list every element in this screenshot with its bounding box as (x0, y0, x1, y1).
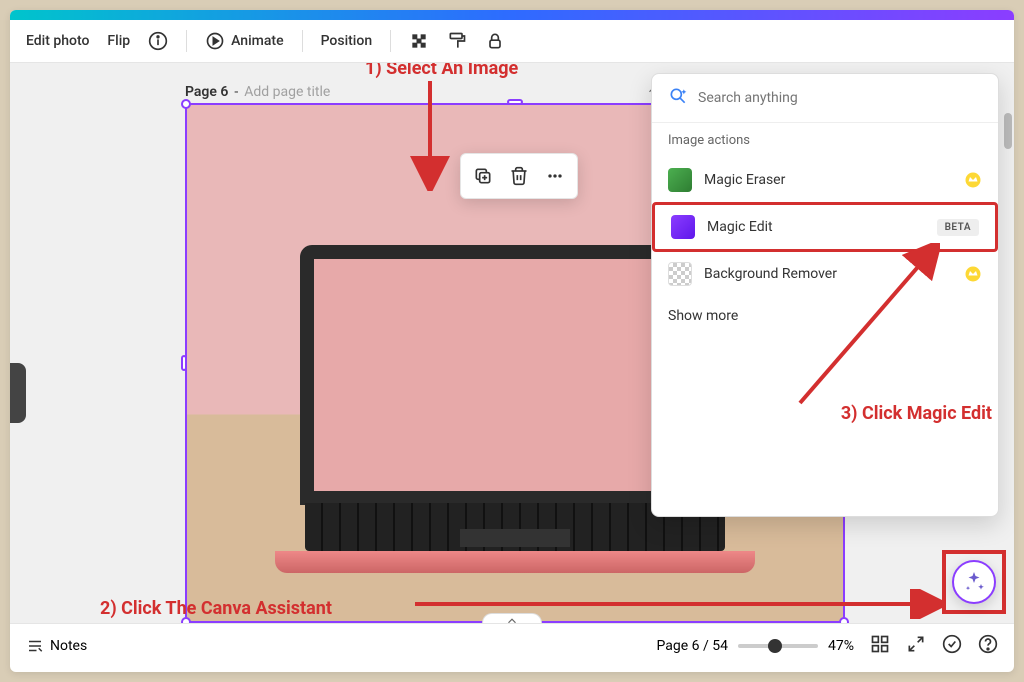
page-number-label: Page 6 (185, 84, 228, 100)
lock-icon[interactable] (485, 31, 505, 51)
page-counter: Page 6 / 54 (657, 638, 728, 654)
resize-handle-bottom-right[interactable] (839, 617, 849, 623)
page-header: Page 6 - Add page title (185, 83, 660, 101)
more-options-icon[interactable] (539, 160, 571, 192)
action-label: Background Remover (704, 266, 952, 282)
zoom-slider[interactable] (738, 644, 818, 648)
beta-badge: BETA (937, 219, 979, 236)
canvas-area: Page 6 - Add page title (10, 63, 1014, 623)
magic-eraser-icon (668, 168, 692, 192)
window-header-gradient (10, 10, 1014, 20)
animate-button[interactable]: Animate (205, 31, 283, 51)
action-magic-eraser[interactable]: Magic Eraser (652, 158, 998, 202)
notes-label: Notes (50, 638, 87, 654)
search-input[interactable] (698, 90, 982, 106)
zoom-slider-thumb[interactable] (768, 639, 782, 653)
trash-icon[interactable] (503, 160, 535, 192)
action-magic-edit[interactable]: Magic Edit BETA (652, 202, 998, 252)
resize-handle-mid-left[interactable] (181, 355, 187, 371)
resize-handle-bottom-left[interactable] (181, 617, 191, 623)
laptop-base (275, 551, 755, 573)
page-title-placeholder[interactable]: Add page title (244, 84, 330, 100)
zoom-value: 47% (828, 638, 854, 654)
annotation-step1: 1) Select An Image (365, 63, 518, 79)
notes-button[interactable]: Notes (26, 637, 87, 655)
assistant-panel: Image actions Magic Eraser Magic Edit BE… (651, 73, 999, 517)
edit-photo-button[interactable]: Edit photo (26, 33, 89, 49)
floating-context-menu (460, 153, 578, 199)
crown-icon (964, 265, 982, 283)
canva-assistant-fab[interactable] (952, 560, 996, 604)
resize-handle-mid-top[interactable] (507, 99, 523, 105)
action-label: Magic Eraser (704, 172, 952, 188)
action-label: Magic Edit (707, 219, 925, 235)
sidebar-collapsed-tab[interactable] (10, 363, 26, 423)
grid-view-icon[interactable] (870, 634, 890, 658)
position-button[interactable]: Position (321, 33, 373, 49)
search-sparkle-icon (668, 86, 688, 110)
paint-roller-icon[interactable] (447, 31, 467, 51)
magic-edit-icon (671, 215, 695, 239)
page-title-separator: - (234, 84, 238, 100)
toolbar-separator (390, 30, 391, 52)
action-background-remover[interactable]: Background Remover (652, 252, 998, 296)
fullscreen-icon[interactable] (906, 634, 926, 658)
resize-handle-top-left[interactable] (181, 99, 191, 109)
search-row (652, 74, 998, 123)
image-actions-header: Image actions (652, 123, 998, 158)
checkmark-circle-icon[interactable] (942, 634, 962, 658)
show-more-link[interactable]: Show more (652, 296, 998, 336)
page-tray-handle[interactable] (482, 613, 542, 623)
info-icon[interactable] (148, 31, 168, 51)
flip-button[interactable]: Flip (107, 33, 130, 49)
transparency-icon[interactable] (409, 31, 429, 51)
duplicate-icon[interactable] (467, 160, 499, 192)
scrollbar-thumb[interactable] (1004, 113, 1012, 149)
crown-icon (964, 171, 982, 189)
bottom-bar: Notes Page 6 / 54 47% (10, 623, 1014, 668)
background-remover-icon (668, 262, 692, 286)
app-window: Edit photo Flip Animate Position Page 6 … (10, 10, 1014, 672)
help-icon[interactable] (978, 634, 998, 658)
page-navigation: Page 6 / 54 47% (657, 638, 854, 654)
animate-label: Animate (231, 33, 283, 49)
toolbar-separator (186, 30, 187, 52)
toolbar: Edit photo Flip Animate Position (10, 20, 1014, 63)
toolbar-separator (302, 30, 303, 52)
